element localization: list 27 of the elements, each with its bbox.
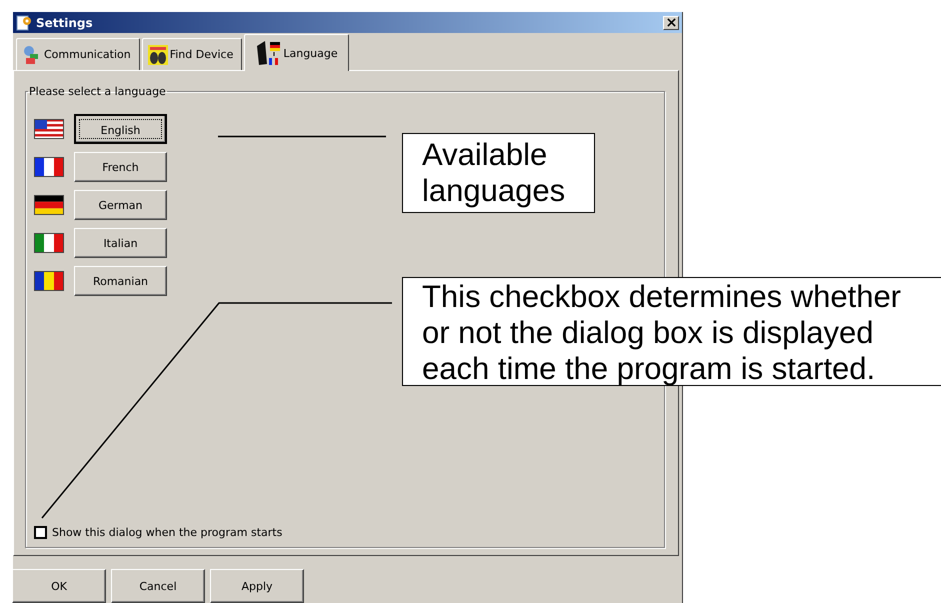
- flag-icon: [34, 271, 64, 291]
- language-button[interactable]: Italian: [74, 228, 167, 258]
- flag-icon: [34, 119, 64, 139]
- tab[interactable]: Communication: [16, 38, 140, 70]
- language-button[interactable]: French: [74, 152, 167, 182]
- dialog-button[interactable]: OK: [12, 569, 106, 603]
- tab[interactable]: Find Device: [142, 38, 242, 70]
- book-flags-icon: [255, 40, 282, 66]
- group-title: Please select a language: [28, 85, 167, 98]
- language-button[interactable]: Romanian: [74, 266, 167, 296]
- callout-text: Available languages: [422, 137, 566, 209]
- language-button[interactable]: German: [74, 190, 167, 220]
- settings-icon: [16, 14, 32, 30]
- checkbox[interactable]: [34, 526, 47, 539]
- checkbox-label: Show this dialog when the program starts: [52, 526, 282, 539]
- dialog-button[interactable]: Cancel: [111, 569, 205, 603]
- binoculars-icon: [148, 44, 168, 64]
- flag-icon: [34, 233, 64, 253]
- flag-icon: [34, 195, 64, 215]
- window-title: Settings: [36, 16, 94, 30]
- callout-text: This checkbox determines whether or not the dialog box is displayed each time the program is started.: [422, 279, 902, 387]
- tab[interactable]: Language: [244, 34, 349, 71]
- close-button[interactable]: [663, 16, 679, 30]
- close-icon: [666, 18, 676, 27]
- flag-icon: [34, 157, 64, 177]
- language-button[interactable]: English: [74, 114, 167, 144]
- dialog-button[interactable]: Apply: [210, 569, 304, 603]
